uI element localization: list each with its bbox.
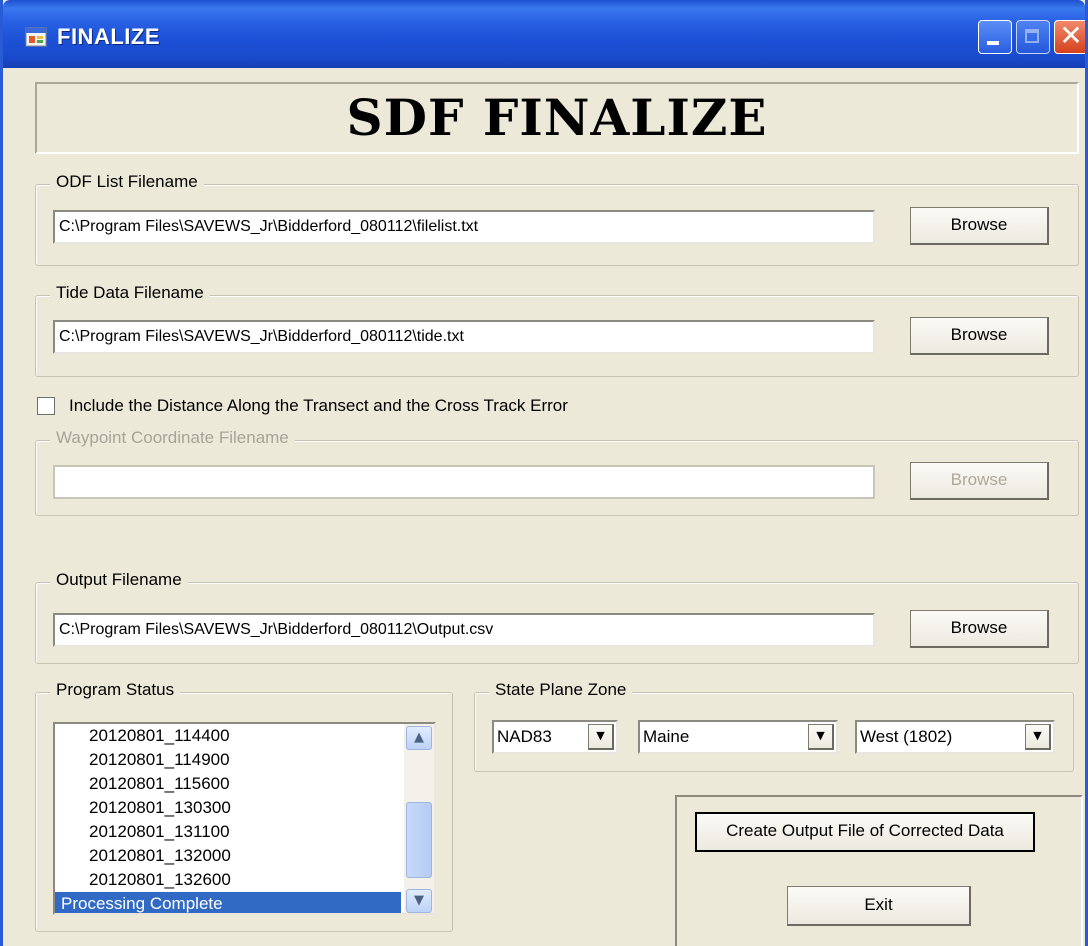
scroll-up-button[interactable]: ▲ (406, 726, 432, 750)
finalize-window: FINALIZE ✕ SDF FINALIZE ODF List Filenam… (0, 0, 1088, 946)
list-item[interactable]: 20120801_114900 (55, 748, 401, 772)
app-form-icon (25, 27, 47, 47)
datum-select[interactable]: NAD83 ▼ (492, 720, 618, 754)
list-item[interactable]: 20120801_132000 (55, 844, 401, 868)
waypoint-browse-button[interactable]: Browse (910, 462, 1049, 500)
waypoint-label: Waypoint Coordinate Filename (50, 428, 295, 448)
close-button[interactable]: ✕ (1054, 20, 1085, 54)
program-status-label: Program Status (50, 680, 181, 700)
odf-list-label: ODF List Filename (50, 172, 204, 192)
tide-data-browse-button[interactable]: Browse (910, 317, 1049, 355)
zone-value: West (1802) (860, 727, 953, 746)
include-distance-label[interactable]: Include the Distance Along the Transect … (69, 396, 568, 416)
odf-list-filename-field[interactable]: C:\Program Files\SAVEWS_Jr\Bidderford_08… (53, 210, 875, 244)
minimize-button[interactable] (978, 20, 1012, 54)
odf-list-browse-button[interactable]: Browse (910, 207, 1049, 245)
chevron-down-icon[interactable]: ▼ (588, 724, 614, 750)
banner-title: SDF FINALIZE (346, 88, 768, 147)
tide-data-filename-field[interactable]: C:\Program Files\SAVEWS_Jr\Bidderford_08… (53, 320, 875, 354)
list-item[interactable]: 20120801_132600 (55, 868, 401, 892)
scroll-thumb[interactable] (406, 802, 432, 878)
list-item[interactable]: 20120801_131100 (55, 820, 401, 844)
output-browse-button[interactable]: Browse (910, 610, 1049, 648)
waypoint-filename-field[interactable] (53, 465, 875, 499)
datum-value: NAD83 (497, 727, 552, 746)
create-output-button[interactable]: Create Output File of Corrected Data (695, 812, 1035, 852)
include-distance-checkbox[interactable] (37, 397, 55, 415)
chevron-down-icon[interactable]: ▼ (808, 724, 834, 750)
output-filename-field[interactable]: C:\Program Files\SAVEWS_Jr\Bidderford_08… (53, 613, 875, 647)
state-value: Maine (643, 727, 690, 746)
list-item[interactable]: 20120801_115600 (55, 772, 401, 796)
status-scrollbar[interactable]: ▲ ▼ (404, 724, 434, 913)
scroll-down-button[interactable]: ▼ (406, 889, 432, 913)
program-status-list[interactable]: 20120801_114400 20120801_114900 20120801… (53, 722, 436, 915)
window-title: FINALIZE (57, 24, 160, 49)
zone-select[interactable]: West (1802) ▼ (855, 720, 1055, 754)
state-select[interactable]: Maine ▼ (638, 720, 838, 754)
title-banner: SDF FINALIZE (35, 82, 1079, 154)
maximize-button[interactable] (1016, 20, 1050, 54)
exit-button[interactable]: Exit (787, 886, 971, 926)
list-item[interactable]: 20120801_130300 (55, 796, 401, 820)
output-label: Output Filename (50, 570, 188, 590)
title-bar[interactable]: FINALIZE ✕ (3, 0, 1085, 68)
tide-data-label: Tide Data Filename (50, 283, 210, 303)
chevron-down-icon[interactable]: ▼ (1025, 724, 1051, 750)
state-plane-label: State Plane Zone (489, 680, 633, 700)
list-item[interactable]: 20120801_114400 (55, 724, 401, 748)
list-item-selected[interactable]: Processing Complete (55, 892, 401, 913)
